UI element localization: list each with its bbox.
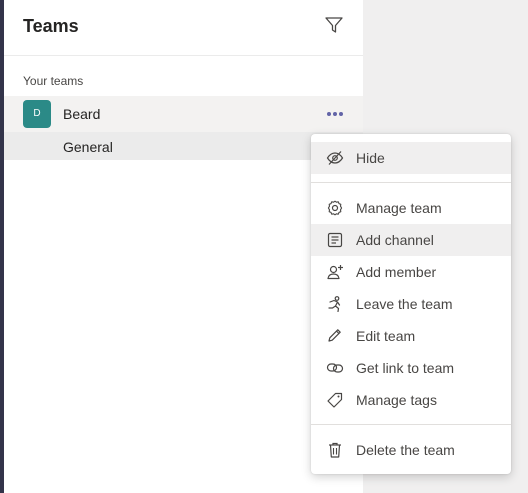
- pencil-icon: [326, 328, 344, 344]
- team-row[interactable]: D Beard: [4, 96, 363, 132]
- trash-icon: [326, 442, 344, 458]
- team-avatar: D: [23, 100, 51, 128]
- menu-divider: [311, 182, 511, 183]
- channel-name: General: [63, 139, 113, 155]
- menu-item-delete-team[interactable]: Delete the team: [311, 434, 511, 466]
- menu-item-label: Add member: [356, 264, 437, 280]
- menu-item-get-link[interactable]: Get link to team: [311, 352, 511, 384]
- team-context-menu: Hide Manage team Add channel Add member …: [311, 134, 511, 474]
- add-member-icon: [326, 264, 344, 280]
- menu-item-hide[interactable]: Hide: [311, 142, 511, 174]
- hide-icon: [326, 150, 344, 166]
- menu-item-label: Manage team: [356, 200, 442, 216]
- menu-item-add-member[interactable]: Add member: [311, 256, 511, 288]
- menu-item-label: Edit team: [356, 328, 416, 344]
- menu-divider: [311, 424, 511, 425]
- team-name: Beard: [63, 106, 101, 122]
- menu-item-label: Manage tags: [356, 392, 437, 408]
- page-title: Teams: [23, 16, 79, 36]
- filter-icon: [324, 17, 344, 38]
- section-label: Your teams: [23, 74, 84, 88]
- menu-item-leave-team[interactable]: Leave the team: [311, 288, 511, 320]
- menu-item-label: Get link to team: [356, 360, 455, 376]
- panel-header: Teams: [4, 0, 363, 56]
- leave-icon: [326, 296, 344, 312]
- menu-item-manage-tags[interactable]: Manage tags: [311, 384, 511, 416]
- tag-icon: [326, 392, 344, 408]
- add-channel-icon: [326, 232, 344, 248]
- menu-item-label: Delete the team: [356, 442, 455, 458]
- menu-item-label: Hide: [356, 150, 385, 166]
- link-icon: [326, 360, 344, 376]
- gear-icon: [326, 200, 344, 216]
- menu-item-manage-team[interactable]: Manage team: [311, 192, 511, 224]
- teams-panel: Teams Your teams D Beard General: [4, 0, 363, 493]
- more-options-button[interactable]: [324, 104, 346, 124]
- menu-item-edit-team[interactable]: Edit team: [311, 320, 511, 352]
- more-options-icon: [324, 111, 346, 128]
- channel-item-general[interactable]: General: [4, 132, 363, 160]
- menu-item-label: Add channel: [356, 232, 434, 248]
- menu-item-add-channel[interactable]: Add channel: [311, 224, 511, 256]
- menu-item-label: Leave the team: [356, 296, 453, 312]
- filter-button[interactable]: [324, 16, 346, 36]
